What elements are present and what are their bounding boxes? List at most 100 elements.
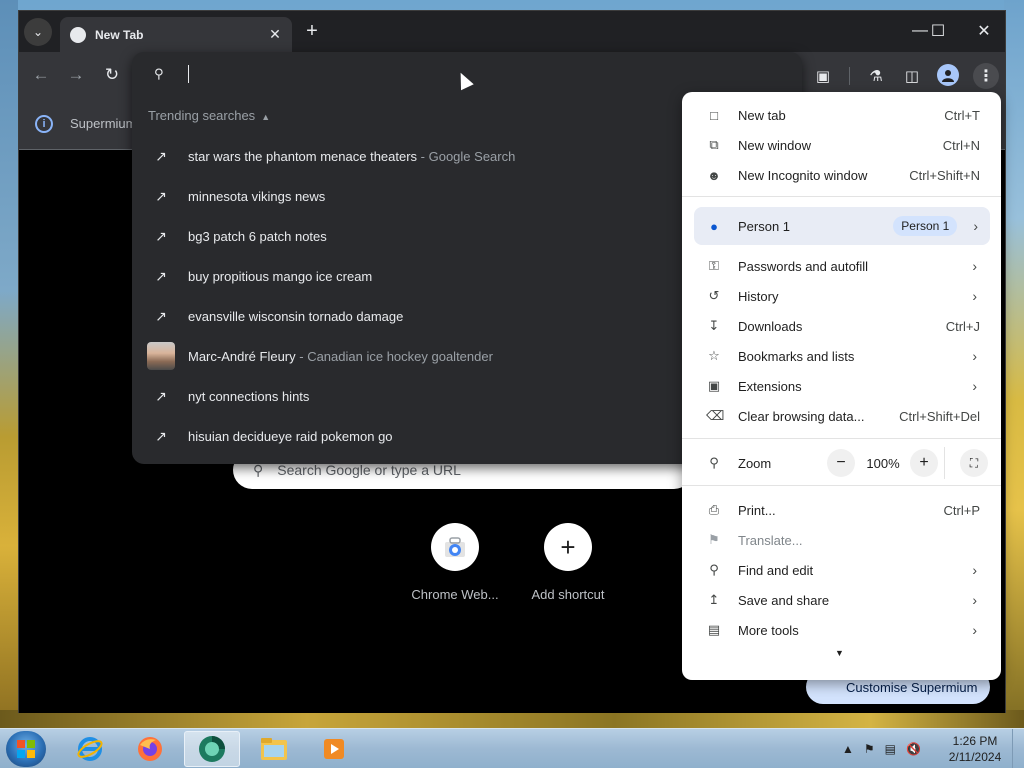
tab-new-tab[interactable]: New Tab ✕ [60, 17, 292, 52]
chevron-right-icon: › [972, 288, 977, 304]
trending-icon: ↗ [155, 147, 167, 164]
volume-muted-icon[interactable]: 🔇 [906, 742, 921, 756]
firefox-icon [138, 737, 162, 761]
suggestion-text: bg3 patch 6 patch notes [188, 228, 327, 244]
menu-item-downloads[interactable]: ↧ Downloads Ctrl+J [682, 311, 1001, 341]
taskbar-internet-explorer[interactable] [62, 731, 118, 767]
search-icon: ⚲ [253, 461, 264, 478]
taskbar-clock[interactable]: 1:26 PM 2/11/2024 [944, 733, 1006, 765]
taskbar-media-player[interactable] [306, 731, 362, 767]
tab-favicon-icon [70, 26, 86, 43]
show-desktop-button[interactable] [1012, 729, 1024, 768]
more-menu-button[interactable]: ⋮ [973, 63, 999, 89]
menu-item-bookmarks[interactable]: ☆ Bookmarks and lists › [682, 341, 1001, 371]
chevron-right-icon: › [972, 258, 977, 274]
menu-divider [682, 485, 1001, 486]
close-window-button[interactable]: ✕ [969, 17, 999, 45]
system-tray: ▲ ⚑ ▤ 🔇 [842, 739, 942, 759]
taskbar-supermium[interactable] [184, 731, 240, 767]
menu-divider [682, 196, 1001, 197]
person-badge: Person 1 [893, 216, 958, 236]
menu-item-passwords[interactable]: ⚿ Passwords and autofill › [682, 251, 1001, 281]
menu-item-find-edit[interactable]: ⚲ Find and edit › [682, 555, 1001, 585]
suggestion-text: minnesota vikings news [188, 188, 326, 204]
translate-icon: ⚑ [708, 532, 720, 547]
menu-divider [682, 438, 1001, 439]
person-thumbnail [147, 342, 175, 370]
menu-item-more-tools[interactable]: ▤ More tools › [682, 615, 1001, 645]
media-player-icon [324, 739, 344, 759]
trending-icon: ↗ [155, 427, 167, 444]
clock-time: 1:26 PM [952, 734, 998, 748]
trending-icon: ↗ [155, 227, 167, 244]
menu-item-save-share[interactable]: ↥ Save and share › [682, 585, 1001, 615]
person-icon: ● [710, 218, 718, 234]
menu-item-clear-data[interactable]: ⌫ Clear browsing data... Ctrl+Shift+Del [682, 401, 1001, 431]
desktop-wallpaper-right [1004, 0, 1024, 728]
zoom-out-button[interactable]: − [827, 449, 855, 477]
supermium-icon [199, 736, 225, 762]
trending-icon: ↗ [155, 387, 167, 404]
trash-icon: ⌫ [706, 408, 725, 423]
reload-button[interactable]: ↻ [100, 63, 124, 87]
extensions-puzzle-icon[interactable]: ▣ [810, 63, 836, 89]
zoom-level: 100% [866, 456, 900, 471]
shortcut-chrome-web-store[interactable]: Chrome Web... [400, 523, 510, 602]
chevron-right-icon: › [972, 378, 977, 394]
shortcut-label: Chrome Web... [411, 587, 499, 602]
tab-search-button[interactable]: ⌄ [24, 18, 52, 46]
back-button[interactable]: ← [29, 63, 53, 87]
menu-item-new-incognito[interactable]: ☻ New Incognito window Ctrl+Shift+N [682, 160, 1001, 190]
zoom-in-button[interactable]: + [910, 449, 938, 477]
action-center-flag-icon[interactable]: ⚑ [864, 742, 875, 756]
labs-flask-icon[interactable]: ⚗ [863, 63, 889, 89]
taskbar-file-explorer[interactable] [246, 731, 302, 767]
trending-icon: ↗ [155, 187, 167, 204]
maximize-button[interactable]: ☐ [923, 17, 953, 45]
network-icon[interactable]: ▤ [885, 742, 896, 756]
profile-avatar-icon[interactable] [937, 64, 959, 86]
title-bar: ⌄ New Tab ✕ + — ☐ ✕ [19, 11, 1005, 52]
start-button[interactable] [6, 731, 46, 767]
suggestion-text: star wars the phantom menace theaters - … [188, 148, 516, 164]
menu-item-new-window[interactable]: ⧉ New window Ctrl+N [682, 130, 1001, 160]
menu-item-person[interactable]: ● Person 1 Person 1 › [694, 207, 990, 245]
side-panel-icon[interactable]: ◫ [899, 63, 925, 89]
chevron-down-icon: ⌄ [32, 25, 44, 39]
menu-item-translate[interactable]: ⚑ Translate... [682, 525, 1001, 555]
new-tab-button[interactable]: + [300, 19, 324, 43]
customise-label: Customise Supermium [846, 679, 978, 695]
scroll-down-arrow-icon[interactable]: ▼ [835, 648, 844, 658]
folder-icon [261, 738, 287, 760]
text-caret [188, 65, 189, 83]
tab-close-icon[interactable]: ✕ [264, 26, 286, 43]
star-icon: ☆ [708, 348, 720, 363]
toolbar-separator [849, 67, 850, 85]
key-icon: ⚿ [709, 258, 719, 273]
show-hidden-icons-icon[interactable]: ▲ [842, 742, 854, 756]
chevron-right-icon: › [973, 218, 978, 234]
suggestion-text: nyt connections hints [188, 388, 310, 404]
menu-item-history[interactable]: ↺ History › [682, 281, 1001, 311]
find-icon: ⚲ [709, 562, 719, 577]
print-icon: ⎙ [708, 502, 720, 517]
taskbar-firefox[interactable] [122, 731, 178, 767]
new-tab-icon: □ [710, 107, 718, 123]
tab-title: New Tab [95, 27, 144, 42]
incognito-icon: ☻ [707, 167, 721, 183]
desktop-wallpaper-left [0, 0, 18, 728]
trending-searches-header[interactable]: Trending searches ▲ [148, 108, 270, 123]
menu-item-extensions[interactable]: ▣ Extensions › [682, 371, 1001, 401]
chevron-right-icon: › [972, 622, 977, 638]
web-store-icon [431, 523, 479, 571]
download-icon: ↧ [708, 318, 720, 333]
fullscreen-icon[interactable]: ⛶ [960, 449, 988, 477]
history-icon: ↺ [708, 288, 720, 303]
menu-item-new-tab[interactable]: □ New tab Ctrl+T [682, 100, 1001, 130]
new-window-icon: ⧉ [709, 137, 719, 152]
forward-button[interactable]: → [64, 63, 88, 87]
shortcut-add[interactable]: + Add shortcut [513, 523, 623, 602]
menu-item-print[interactable]: ⎙ Print... Ctrl+P [682, 495, 1001, 525]
suggestion-text: Marc-André Fleury - Canadian ice hockey … [188, 348, 493, 364]
ntp-search-placeholder: Search Google or type a URL [277, 462, 461, 478]
